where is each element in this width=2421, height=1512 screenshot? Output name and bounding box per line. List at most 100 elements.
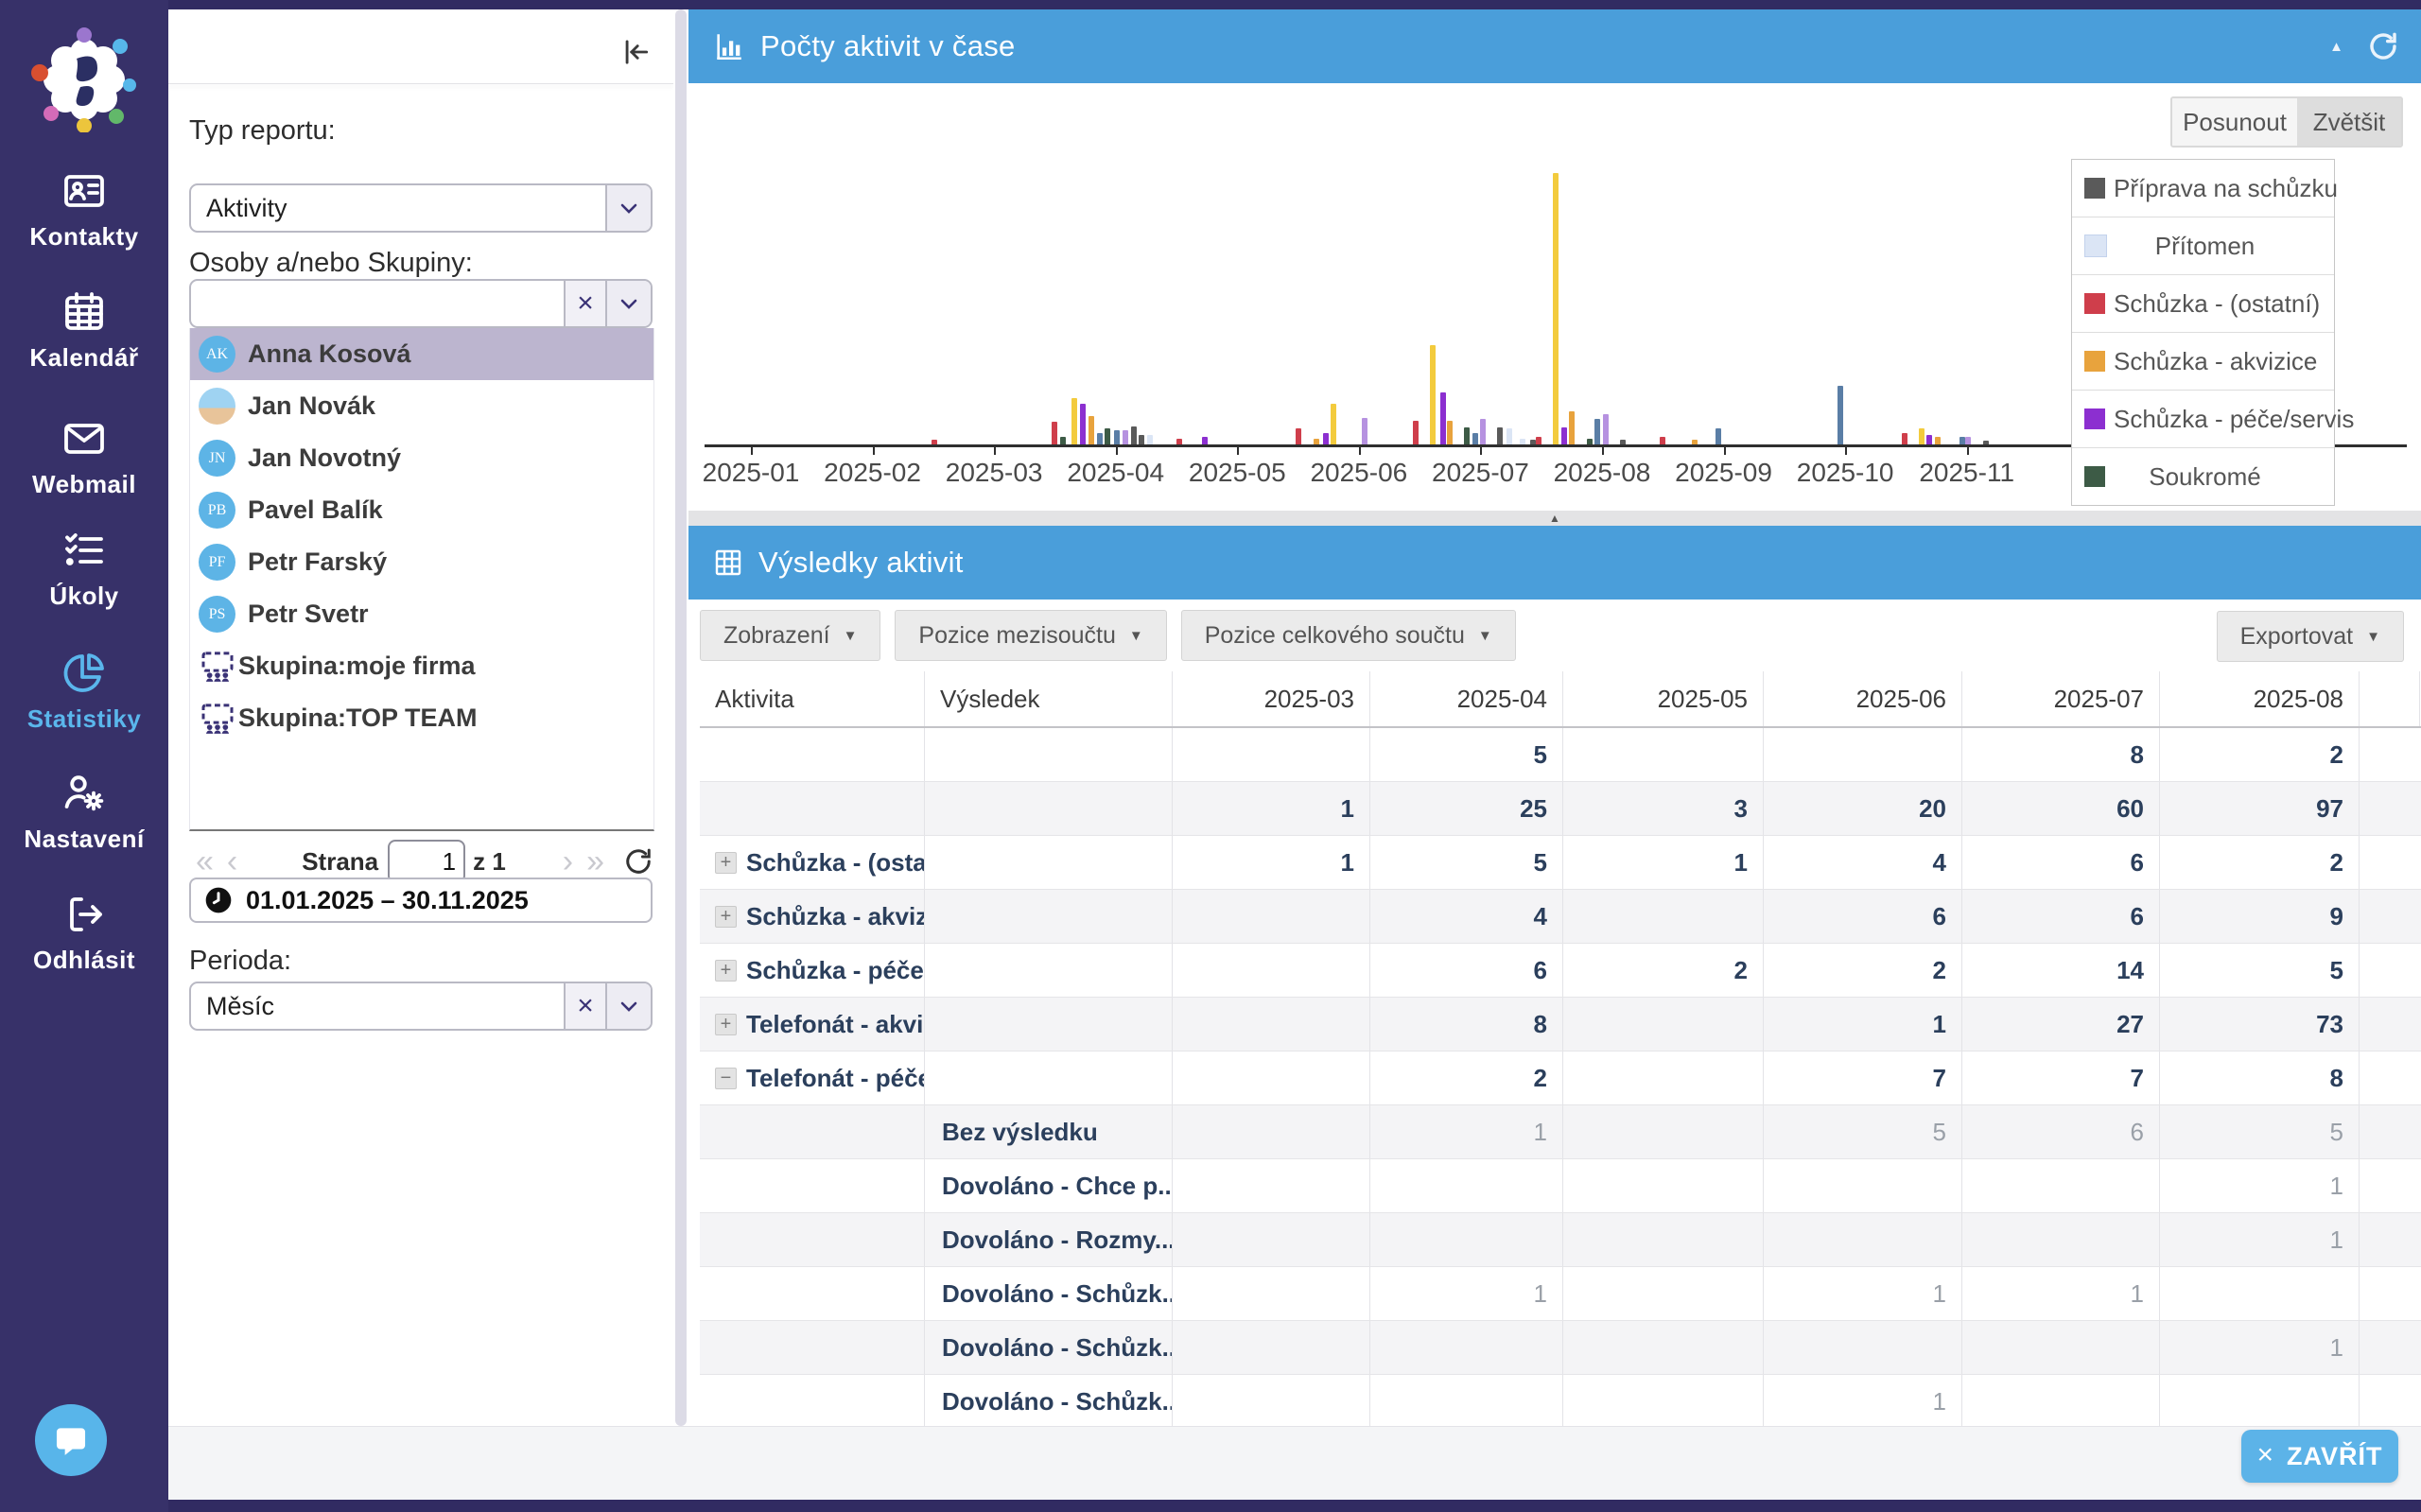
cell-value: 8 — [2330, 1064, 2343, 1093]
chevron-down-icon[interactable] — [605, 281, 651, 326]
zoom-button[interactable]: Zvětšit — [2297, 98, 2401, 146]
chart-mode-buttons: Posunout Zvětšit — [2170, 96, 2403, 148]
value-cell — [1173, 728, 1370, 781]
value-cell: 25 — [1370, 782, 1563, 835]
toolbar-button-0[interactable]: Zobrazení▼ — [700, 610, 880, 661]
person-name: Jan Novák — [248, 391, 375, 421]
person-name: Pavel Balík — [248, 495, 383, 525]
column-header[interactable]: 2025-05 — [1563, 671, 1764, 726]
report-type-value: Aktivity — [191, 185, 605, 231]
sidebar-item-webmail[interactable]: Webmail — [0, 416, 168, 499]
table-row[interactable]: Dovoláno - Schůzk...111 — [700, 1267, 2421, 1321]
sidebar-item-odhlásit[interactable]: Odhlásit — [0, 892, 168, 975]
prev-page-icon[interactable]: ‹ — [227, 845, 237, 878]
chart-bar — [1716, 428, 1721, 444]
clear-icon[interactable]: × — [564, 281, 605, 326]
expand-row-icon[interactable]: + — [715, 906, 737, 928]
legend-item[interactable]: Přítomen — [2072, 217, 2334, 275]
date-range-picker[interactable]: 01.01.2025 – 30.11.2025 — [189, 878, 653, 923]
value-cell: 73 — [2160, 998, 2360, 1051]
clear-icon[interactable]: × — [564, 983, 605, 1029]
result-cell — [925, 1051, 1173, 1104]
collapse-panel-icon[interactable] — [617, 34, 653, 70]
toolbar-button-1[interactable]: Pozice mezisoučtu▼ — [895, 610, 1166, 661]
table-row[interactable]: −Telefonát - péče/servis2778 — [700, 1051, 2421, 1105]
toolbar-button-2[interactable]: Pozice celkového součtu▼ — [1181, 610, 1516, 661]
collapse-row-icon[interactable]: − — [715, 1068, 737, 1089]
legend-item[interactable]: Schůzka - péče/servis — [2072, 391, 2334, 448]
first-page-icon[interactable]: « — [196, 845, 214, 878]
table-row[interactable]: Dovoláno - Chce p...1 — [700, 1159, 2421, 1213]
value-cell — [1173, 890, 1370, 943]
cell-value: 1 — [2330, 1225, 2343, 1255]
period-select[interactable]: Měsíc × — [189, 982, 653, 1031]
collapse-chart-icon[interactable]: ▲ — [2329, 39, 2343, 55]
next-page-icon[interactable]: › — [563, 845, 573, 878]
list-item-group[interactable]: Skupina:moje firma — [190, 640, 653, 692]
table-row[interactable]: Dovoláno - Schůzk...1 — [700, 1375, 2421, 1426]
main-content: Počty aktivit v čase ▲ Posunout Zvětšit … — [688, 9, 2421, 1426]
list-item-person[interactable]: JNJan Novotný — [190, 432, 653, 484]
table-row[interactable]: 582 — [700, 728, 2421, 782]
expand-row-icon[interactable]: + — [715, 1014, 737, 1035]
column-header[interactable]: 2025-08 — [2160, 671, 2360, 726]
report-type-select[interactable]: Aktivity — [189, 183, 653, 233]
sidebar-item-kalendář[interactable]: Kalendář — [0, 289, 168, 373]
pan-button[interactable]: Posunout — [2172, 98, 2297, 146]
table-row[interactable]: +Schůzka - akvizice4669 — [700, 890, 2421, 944]
cell-value: 27 — [2116, 1010, 2144, 1039]
expand-row-icon[interactable]: + — [715, 960, 737, 982]
list-item-group[interactable]: Skupina:TOP TEAM — [190, 692, 653, 744]
panel-resize-handle[interactable]: ▲ — [688, 511, 2421, 526]
legend-item[interactable]: Schůzka - (ostatní) — [2072, 275, 2334, 333]
table-row[interactable]: +Schůzka - (ostatní)151462 — [700, 836, 2421, 890]
list-item-person[interactable]: AKAnna Kosová — [190, 328, 653, 380]
table-row[interactable]: +Telefonát - akvizice812773 — [700, 998, 2421, 1051]
sidebar-item-kontakty[interactable]: Kontakty — [0, 168, 168, 252]
persons-groups-value[interactable] — [191, 281, 564, 326]
table-row[interactable]: Dovoláno - Rozmy...1 — [700, 1213, 2421, 1267]
value-cell — [1173, 1375, 1370, 1426]
sidebar-item-úkoly[interactable]: Úkoly — [0, 528, 168, 611]
list-item-person[interactable]: PSPetr Svetr — [190, 588, 653, 640]
table-row[interactable]: +Schůzka - péče/servis622145 — [700, 944, 2421, 998]
table-row[interactable]: Bez výsledku1565 — [700, 1105, 2421, 1159]
logout-icon — [61, 892, 107, 937]
persons-groups-input[interactable]: × — [189, 279, 653, 328]
refresh-chart-icon[interactable] — [2368, 31, 2398, 61]
tasks-icon — [61, 528, 107, 573]
list-item-person[interactable]: PBPavel Balík — [190, 484, 653, 536]
chart-panel-title: Počty aktivit v čase — [760, 29, 1016, 63]
chevron-down-icon[interactable] — [605, 983, 651, 1029]
column-header[interactable]: 2025-04 — [1370, 671, 1563, 726]
export-button[interactable]: Exportovat▼ — [2217, 611, 2404, 662]
expand-row-icon[interactable]: + — [715, 852, 737, 874]
chart-bar — [1530, 440, 1536, 444]
column-header[interactable]: 2025-07 — [1962, 671, 2160, 726]
list-item-person[interactable]: PFPetr Farský — [190, 536, 653, 588]
table-row[interactable]: 1253206097 — [700, 782, 2421, 836]
sidebar-item-nastavení[interactable]: Nastavení — [0, 771, 168, 854]
legend-item[interactable]: Příprava na schůzku — [2072, 160, 2334, 217]
last-page-icon[interactable]: » — [586, 845, 604, 878]
empty-cell — [2360, 1267, 2420, 1320]
app-logo[interactable] — [31, 26, 137, 132]
column-header[interactable]: Výsledek — [925, 671, 1173, 726]
filter-panel-scrollbar[interactable] — [673, 9, 688, 1426]
column-header[interactable]: 2025-03 — [1173, 671, 1370, 726]
chevron-down-icon[interactable] — [605, 185, 651, 231]
column-header[interactable]: Aktivita — [700, 671, 925, 726]
refresh-icon[interactable] — [624, 847, 653, 876]
empty-cell — [2360, 998, 2420, 1051]
list-item-person[interactable]: Jan Novák — [190, 380, 653, 432]
clock-icon — [203, 885, 234, 915]
column-header[interactable] — [2360, 671, 2420, 726]
chat-button[interactable] — [35, 1404, 107, 1476]
legend-item[interactable]: Soukromé — [2072, 448, 2334, 505]
close-button[interactable]: × ZAVŘÍT — [2241, 1430, 2398, 1483]
chart-bar — [1587, 439, 1593, 444]
sidebar-item-statistiky[interactable]: Statistiky — [0, 651, 168, 734]
table-row[interactable]: Dovoláno - Schůzk...1 — [700, 1321, 2421, 1375]
column-header[interactable]: 2025-06 — [1764, 671, 1962, 726]
legend-item[interactable]: Schůzka - akvizice — [2072, 333, 2334, 391]
